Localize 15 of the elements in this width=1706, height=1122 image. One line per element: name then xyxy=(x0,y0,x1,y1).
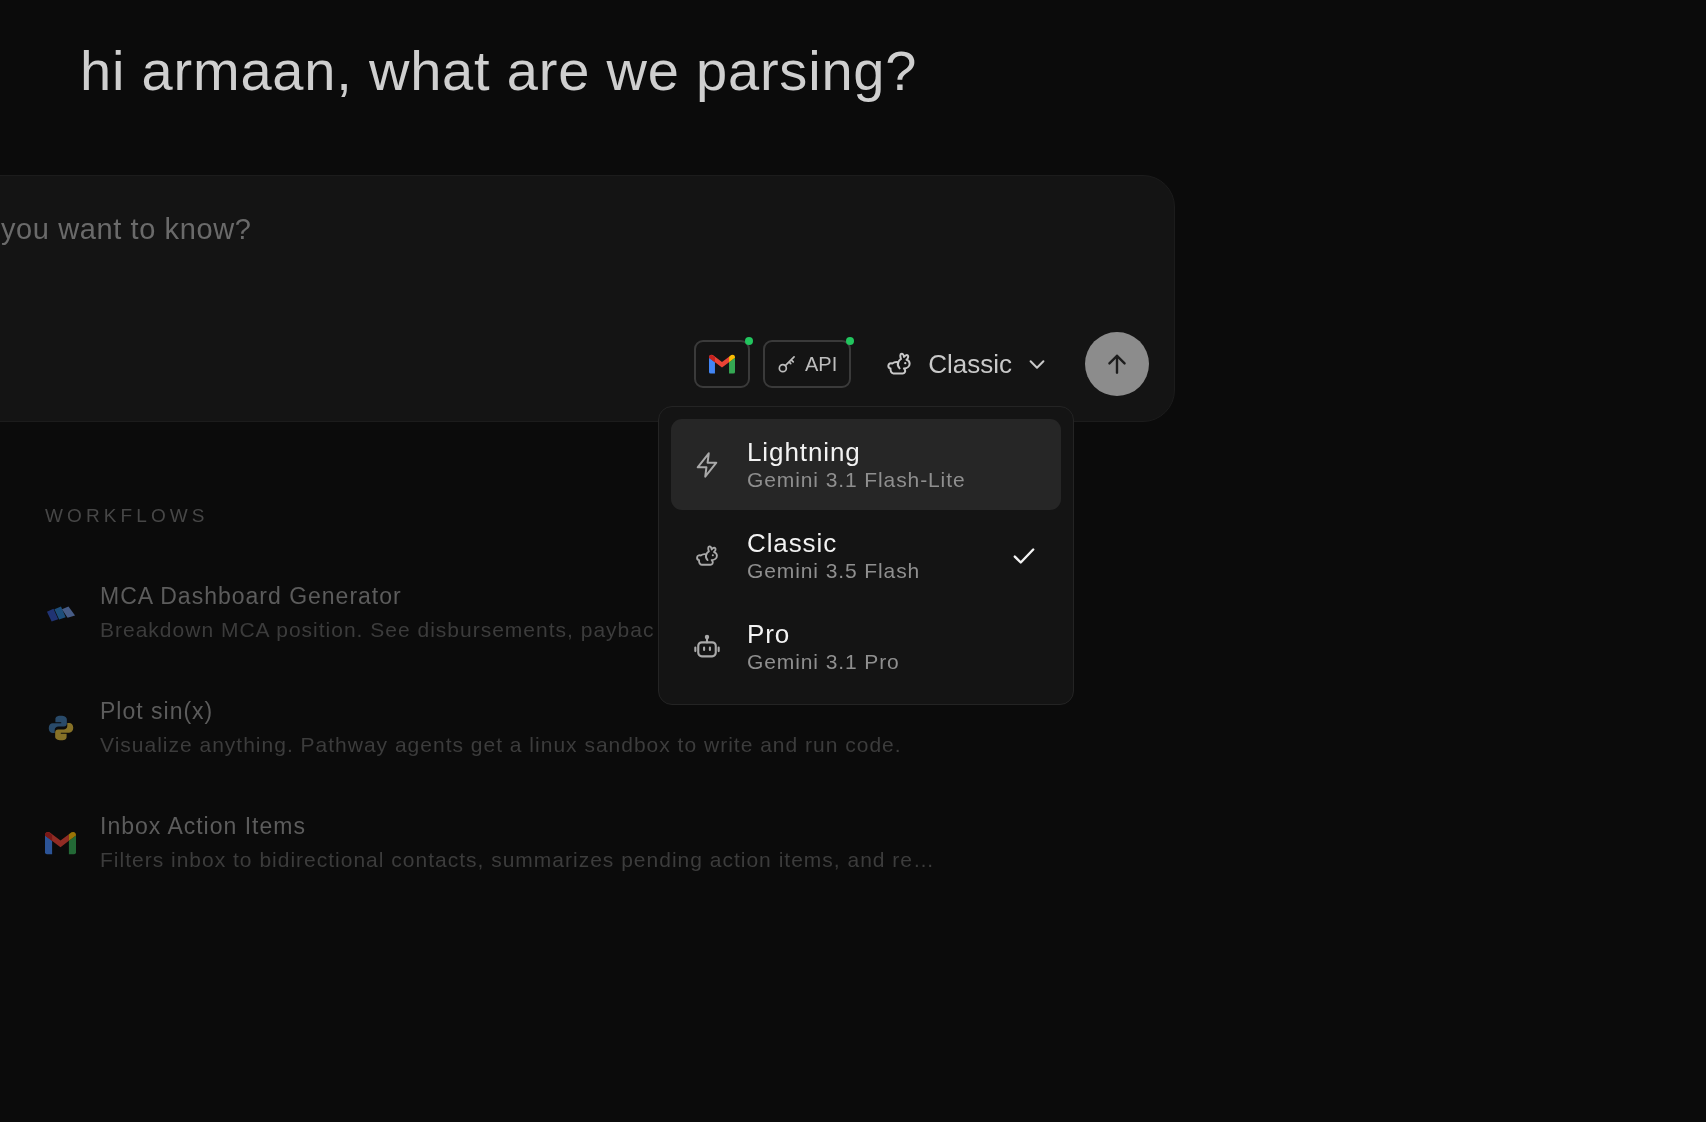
model-option[interactable]: Pro Gemini 3.1 Pro xyxy=(671,601,1061,692)
model-option[interactable]: Classic Gemini 3.5 Flash xyxy=(671,510,1061,601)
mail-icon xyxy=(708,354,735,374)
message-input[interactable]: you want to know? xyxy=(1,212,1149,332)
model-picker-button[interactable]: Classic xyxy=(872,340,1060,388)
api-key-button[interactable]: API xyxy=(762,340,852,388)
model-option[interactable]: Lightning Gemini 3.1 Flash-Lite xyxy=(671,419,1061,510)
greeting-heading: hi armaan, what are we parsing? xyxy=(80,38,918,104)
mail-connector-button[interactable] xyxy=(693,340,750,388)
python-logo-icon xyxy=(46,714,75,742)
section-heading: WORKFLOWS xyxy=(45,504,209,528)
composer-field[interactable]: you want to know? API Classic xyxy=(0,175,1175,422)
mail-icon xyxy=(45,831,76,855)
stripes-logo-icon xyxy=(45,604,76,622)
key-icon xyxy=(776,354,797,374)
